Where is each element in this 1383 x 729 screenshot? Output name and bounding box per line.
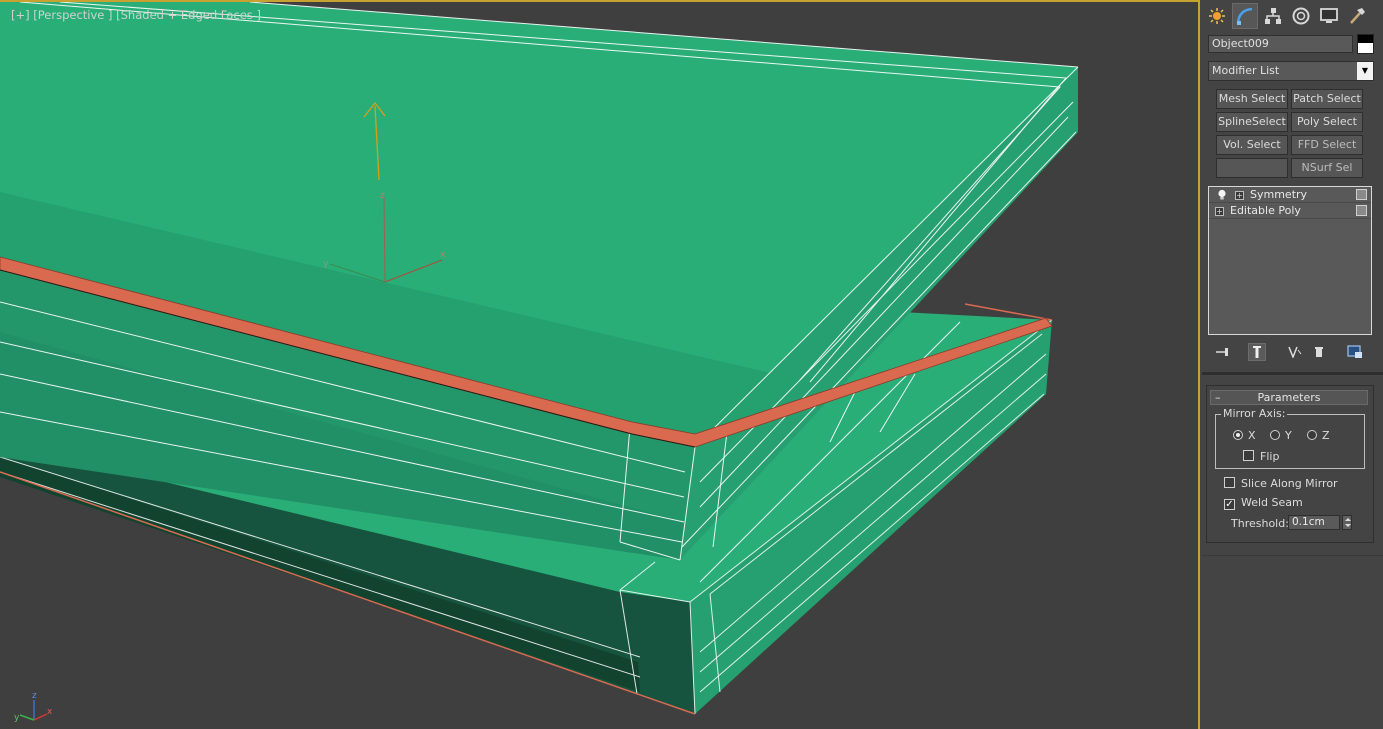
object-color-swatch[interactable] [1357, 34, 1374, 54]
slice-along-mirror-label: Slice Along Mirror [1241, 477, 1338, 490]
hierarchy-tab[interactable] [1260, 3, 1286, 29]
world-z-label: z [32, 691, 37, 701]
create-tab[interactable] [1204, 3, 1230, 29]
axis-x-radio[interactable]: X [1233, 429, 1256, 442]
flip-label: Flip [1260, 450, 1280, 463]
stack-item-label: Editable Poly [1230, 204, 1301, 217]
show-end-result-icon[interactable] [1248, 343, 1266, 361]
poly-select-button[interactable]: Poly Select [1291, 112, 1363, 132]
world-x-label: x [47, 707, 53, 717]
stack-item-toggle[interactable] [1356, 205, 1367, 216]
utilities-hammer-icon [1350, 8, 1365, 24]
stack-item-label: Symmetry [1250, 188, 1308, 201]
gizmo-z-label: z [380, 191, 385, 201]
collapse-minus-icon[interactable]: – [1215, 391, 1221, 404]
parameters-title: Parameters [1257, 391, 1321, 404]
axis-x-label: X [1248, 429, 1256, 442]
weld-seam-checkbox[interactable]: ✓ Weld Seam [1224, 496, 1303, 510]
chevron-down-icon[interactable]: ▼ [1357, 62, 1373, 80]
weld-seam-label: Weld Seam [1241, 496, 1303, 509]
mirror-axis-title: Mirror Axis: [1221, 407, 1288, 420]
flip-checkbox[interactable]: Flip [1243, 450, 1279, 463]
stack-item-toggle[interactable] [1356, 189, 1367, 200]
stack-item-editable-poly[interactable]: + Editable Poly [1209, 203, 1371, 219]
patch-select-button[interactable]: Patch Select [1291, 89, 1363, 109]
expand-plus-icon[interactable]: + [1215, 207, 1224, 216]
modify-curve-icon [1236, 7, 1253, 25]
modifier-list-dropdown[interactable]: Modifier List ▼ [1208, 61, 1374, 81]
threshold-spinner[interactable] [1342, 515, 1352, 530]
mirror-axis-group: Mirror Axis: X Y Z Flip [1215, 407, 1365, 469]
display-tab[interactable] [1316, 3, 1342, 29]
modifier-buttons-grid: Mesh Select Patch Select SplineSelect Po… [1216, 89, 1364, 178]
modifier-stack[interactable]: + Symmetry + Editable Poly [1208, 186, 1372, 335]
panel-separator [1202, 372, 1383, 375]
checkmark-icon: ✓ [1224, 499, 1235, 510]
motion-wheel-icon [1292, 7, 1310, 25]
configure-sets-icon[interactable] [1346, 343, 1364, 361]
gizmo-y-label: y [323, 259, 329, 269]
command-panel-tabs [1202, 3, 1383, 29]
gizmo-x-label: x [440, 250, 446, 260]
empty-modifier-button[interactable] [1216, 158, 1288, 178]
axis-z-label: Z [1322, 429, 1330, 442]
stack-toolbar [1214, 343, 1374, 361]
mesh-select-button[interactable]: Mesh Select [1216, 89, 1288, 109]
nsurf-sel-button[interactable]: NSurf Sel [1291, 158, 1363, 178]
perspective-viewport[interactable]: z x y z x y [+] [Perspective ] [Shaded +… [0, 0, 1200, 729]
ffd-select-button[interactable]: FFD Select [1291, 135, 1363, 155]
viewport-label-menu[interactable]: [+] [Perspective ] [Shaded + Edged Faces… [11, 8, 261, 22]
spline-select-button[interactable]: SplineSelect [1216, 112, 1288, 132]
mesh-canvas[interactable]: z x y z x y [0, 2, 1200, 729]
vol-select-button[interactable]: Vol. Select [1216, 135, 1288, 155]
command-panel: Object009 Modifier List ▼ Mesh Select Pa… [1202, 0, 1383, 729]
pin-stack-icon[interactable] [1214, 343, 1232, 361]
stack-item-symmetry[interactable]: + Symmetry [1209, 187, 1371, 203]
modify-tab[interactable] [1232, 3, 1258, 29]
threshold-label: Threshold: [1231, 517, 1289, 530]
create-star-icon [1209, 8, 1225, 24]
object-name-field[interactable]: Object009 [1208, 35, 1353, 53]
world-y-label: y [14, 713, 20, 723]
hierarchy-icon [1265, 8, 1281, 24]
display-monitor-icon [1320, 8, 1338, 23]
threshold-input[interactable]: 0.1cm [1288, 515, 1340, 530]
lightbulb-icon[interactable] [1217, 189, 1227, 200]
parameters-rollout: – Parameters Mirror Axis: X Y Z Flip Sli… [1206, 385, 1374, 543]
slice-along-mirror-checkbox[interactable]: Slice Along Mirror [1224, 477, 1338, 490]
world-axis-tripod: z x y [14, 691, 53, 723]
motion-tab[interactable] [1288, 3, 1314, 29]
parameters-rollout-header[interactable]: – Parameters [1210, 390, 1368, 405]
axis-z-radio[interactable]: Z [1307, 429, 1330, 442]
expand-plus-icon[interactable]: + [1235, 191, 1244, 200]
panel-divider [1202, 555, 1383, 556]
axis-y-label: Y [1285, 429, 1292, 442]
make-unique-icon[interactable] [1286, 343, 1304, 361]
axis-y-radio[interactable]: Y [1270, 429, 1292, 442]
remove-modifier-icon[interactable] [1310, 343, 1328, 361]
utilities-tab[interactable] [1344, 3, 1370, 29]
modifier-list-label: Modifier List [1212, 64, 1280, 77]
